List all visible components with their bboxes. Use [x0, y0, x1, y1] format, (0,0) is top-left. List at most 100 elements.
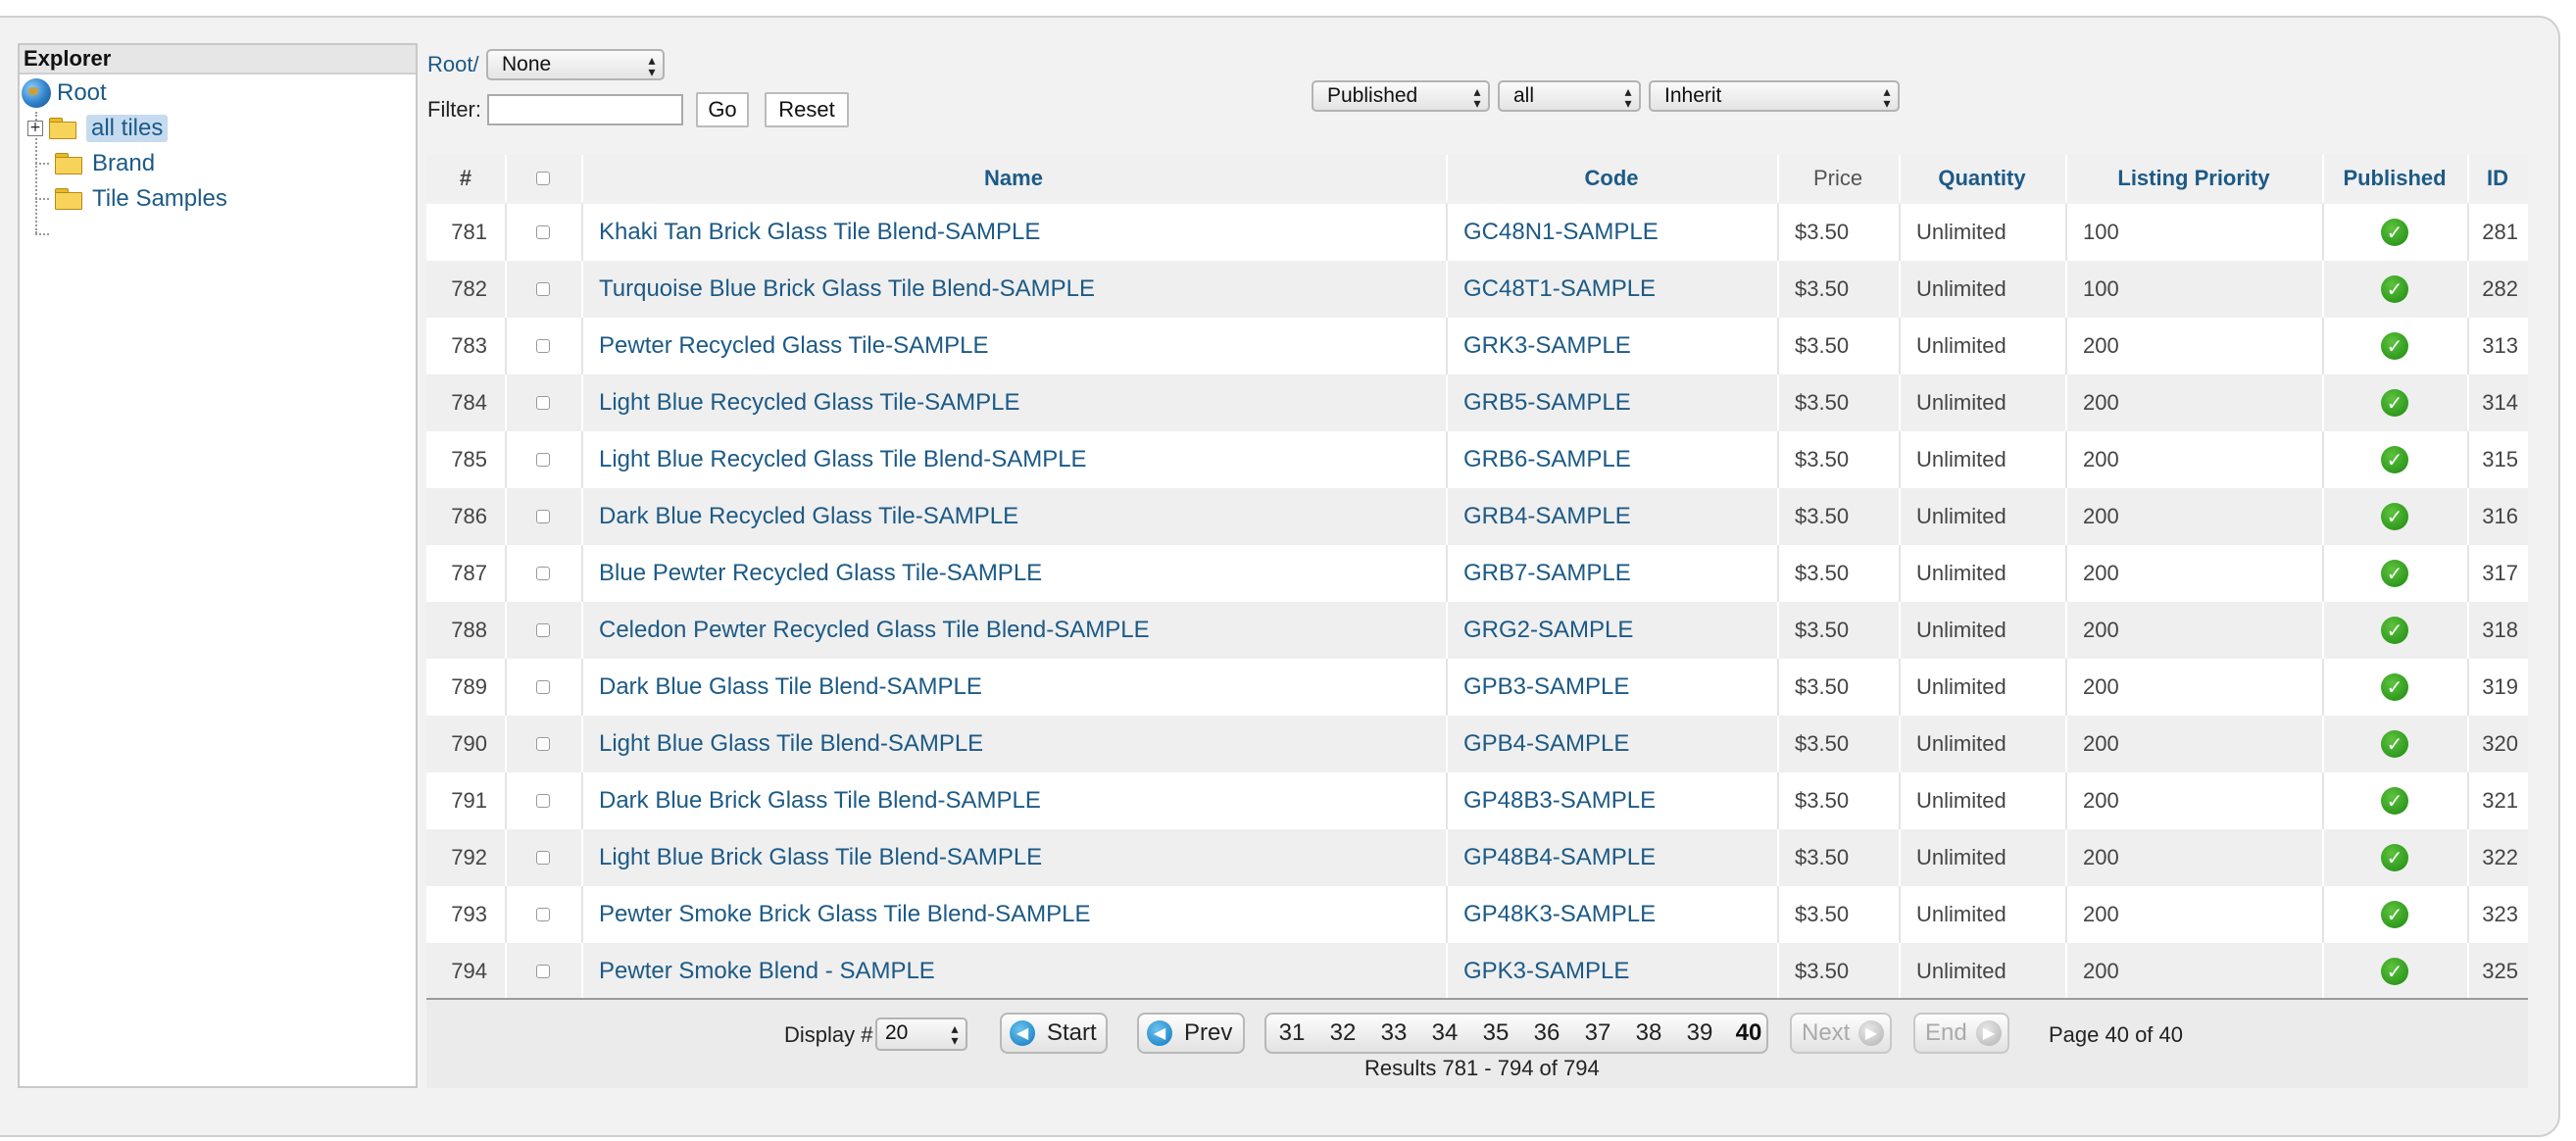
table-row[interactable]: 785 Light Blue Recycled Glass Tile Blend-… [426, 431, 2528, 488]
product-name-link[interactable]: Light Blue Recycled Glass Tile-SAMPLE [599, 374, 1432, 431]
row-checkbox[interactable] [536, 623, 550, 637]
inherit-select[interactable]: Inherit ▴ ▾ [1649, 80, 1900, 112]
published-check-icon[interactable]: ✓ [2381, 901, 2408, 928]
published-check-icon[interactable]: ✓ [2381, 673, 2408, 701]
table-row[interactable]: 786 Dark Blue Recycled Glass Tile-SAMPLE G… [426, 488, 2528, 545]
tree-node-tile-samples[interactable]: Tile Samples [55, 182, 227, 216]
row-checkbox[interactable] [536, 453, 550, 467]
published-check-icon[interactable]: ✓ [2381, 219, 2408, 246]
tree-label-root[interactable]: Root [57, 79, 107, 107]
col-header-quantity[interactable]: Quantity [1899, 155, 2065, 202]
page-link[interactable]: 38 [1629, 1015, 1668, 1052]
product-code-link[interactable]: GRG2-SAMPLE [1463, 602, 1767, 659]
row-checkbox[interactable] [536, 680, 550, 694]
published-check-icon[interactable]: ✓ [2381, 787, 2408, 815]
published-check-icon[interactable]: ✓ [2381, 503, 2408, 530]
table-row[interactable]: 789 Dark Blue Glass Tile Blend-SAMPLE GPB3… [426, 659, 2528, 716]
product-code-link[interactable]: GRB4-SAMPLE [1463, 488, 1767, 545]
table-row[interactable]: 784 Light Blue Recycled Glass Tile-SAMPLE… [426, 374, 2528, 431]
product-name-link[interactable]: Dark Blue Glass Tile Blend-SAMPLE [599, 659, 1432, 716]
table-row[interactable]: 793 Pewter Smoke Brick Glass Tile Blend-S… [426, 886, 2528, 943]
published-check-icon[interactable]: ✓ [2381, 446, 2408, 473]
product-name-link[interactable]: Pewter Smoke Brick Glass Tile Blend-SAMP… [599, 886, 1432, 943]
reset-button[interactable]: Reset [765, 92, 849, 127]
product-name-link[interactable]: Pewter Smoke Blend - SAMPLE [599, 943, 1432, 1000]
row-checkbox[interactable] [536, 567, 550, 580]
row-checkbox[interactable] [536, 282, 550, 296]
published-check-icon[interactable]: ✓ [2381, 389, 2408, 417]
table-row[interactable]: 790 Light Blue Glass Tile Blend-SAMPLE GPB… [426, 716, 2528, 772]
product-name-link[interactable]: Dark Blue Brick Glass Tile Blend-SAMPLE [599, 772, 1432, 829]
table-row[interactable]: 792 Light Blue Brick Glass Tile Blend-SAM… [426, 829, 2528, 886]
product-code-link[interactable]: GPK3-SAMPLE [1463, 943, 1767, 1000]
start-button[interactable]: ◀ Start [1000, 1013, 1108, 1054]
tree-node-root[interactable]: Root [22, 76, 107, 110]
next-button[interactable]: Next ▶ [1790, 1013, 1892, 1054]
product-code-link[interactable]: GRB5-SAMPLE [1463, 374, 1767, 431]
row-checkbox[interactable] [536, 794, 550, 808]
product-code-link[interactable]: GP48B3-SAMPLE [1463, 772, 1767, 829]
row-checkbox[interactable] [536, 339, 550, 353]
page-link[interactable]: 32 [1323, 1015, 1362, 1052]
page-link[interactable]: 35 [1476, 1015, 1515, 1052]
product-name-link[interactable]: Light Blue Brick Glass Tile Blend-SAMPLE [599, 829, 1432, 886]
product-code-link[interactable]: GPB3-SAMPLE [1463, 659, 1767, 716]
product-name-link[interactable]: Dark Blue Recycled Glass Tile-SAMPLE [599, 488, 1432, 545]
row-checkbox[interactable] [536, 510, 550, 523]
product-code-link[interactable]: GPB4-SAMPLE [1463, 716, 1767, 772]
product-name-link[interactable]: Blue Pewter Recycled Glass Tile-SAMPLE [599, 545, 1432, 602]
col-header-select[interactable] [505, 155, 581, 202]
breadcrumb-root-link[interactable]: Root/ [427, 52, 479, 77]
page-link[interactable]: 39 [1680, 1015, 1719, 1052]
row-checkbox[interactable] [536, 737, 550, 751]
tree-node-brand[interactable]: Brand [55, 147, 155, 180]
parent-select[interactable]: None ▴ ▾ [486, 49, 665, 80]
published-check-icon[interactable]: ✓ [2381, 958, 2408, 985]
product-name-link[interactable]: Turquoise Blue Brick Glass Tile Blend-SA… [599, 261, 1432, 318]
row-checkbox[interactable] [536, 396, 550, 410]
expand-icon[interactable]: + [27, 121, 43, 136]
row-checkbox[interactable] [536, 225, 550, 239]
go-button[interactable]: Go [696, 92, 749, 127]
page-link[interactable]: 37 [1578, 1015, 1617, 1052]
product-code-link[interactable]: GRB7-SAMPLE [1463, 545, 1767, 602]
col-header-price[interactable]: Price [1777, 155, 1899, 202]
table-row[interactable]: 787 Blue Pewter Recycled Glass Tile-SAMPL… [426, 545, 2528, 602]
table-row[interactable]: 791 Dark Blue Brick Glass Tile Blend-SAMP… [426, 772, 2528, 829]
prev-button[interactable]: ◀ Prev [1137, 1013, 1245, 1054]
tree-label-tile-samples[interactable]: Tile Samples [92, 185, 227, 213]
table-row[interactable]: 783 Pewter Recycled Glass Tile-SAMPLE GRK3… [426, 318, 2528, 374]
col-header-published[interactable]: Published [2322, 155, 2467, 202]
published-check-icon[interactable]: ✓ [2381, 730, 2408, 758]
row-checkbox[interactable] [536, 965, 550, 978]
published-select[interactable]: Published ▴ ▾ [1312, 80, 1490, 112]
product-code-link[interactable]: GRB6-SAMPLE [1463, 431, 1767, 488]
col-header-number[interactable]: # [426, 155, 505, 202]
published-check-icon[interactable]: ✓ [2381, 332, 2408, 360]
published-check-icon[interactable]: ✓ [2381, 560, 2408, 587]
table-row[interactable]: 788 Celedon Pewter Recycled Glass Tile Bl… [426, 602, 2528, 659]
tree-label-brand[interactable]: Brand [92, 150, 155, 177]
product-name-link[interactable]: Khaki Tan Brick Glass Tile Blend-SAMPLE [599, 204, 1432, 261]
product-name-link[interactable]: Celedon Pewter Recycled Glass Tile Blend… [599, 602, 1432, 659]
page-link[interactable]: 33 [1374, 1015, 1413, 1052]
product-code-link[interactable]: GC48T1-SAMPLE [1463, 261, 1767, 318]
col-header-id[interactable]: ID [2467, 155, 2528, 202]
select-all-checkbox[interactable] [536, 172, 550, 185]
all-select[interactable]: all ▴ ▾ [1498, 80, 1641, 112]
table-row[interactable]: 781 Khaki Tan Brick Glass Tile Blend-SAMP… [426, 204, 2528, 261]
col-header-name[interactable]: Name [581, 155, 1446, 202]
published-check-icon[interactable]: ✓ [2381, 844, 2408, 871]
table-row[interactable]: 782 Turquoise Blue Brick Glass Tile Blend… [426, 261, 2528, 318]
product-code-link[interactable]: GP48B4-SAMPLE [1463, 829, 1767, 886]
page-link[interactable]: 36 [1527, 1015, 1566, 1052]
tree-node-all-tiles[interactable]: + all tiles [27, 112, 169, 145]
filter-input[interactable] [487, 94, 683, 125]
product-name-link[interactable]: Light Blue Recycled Glass Tile Blend-SAM… [599, 431, 1432, 488]
col-header-listing-priority[interactable]: Listing Priority [2065, 155, 2322, 202]
product-code-link[interactable]: GP48K3-SAMPLE [1463, 886, 1767, 943]
tree-label-all-tiles[interactable]: all tiles [86, 115, 169, 142]
row-checkbox[interactable] [536, 908, 550, 921]
page-link[interactable]: 34 [1425, 1015, 1464, 1052]
product-code-link[interactable]: GRK3-SAMPLE [1463, 318, 1767, 374]
